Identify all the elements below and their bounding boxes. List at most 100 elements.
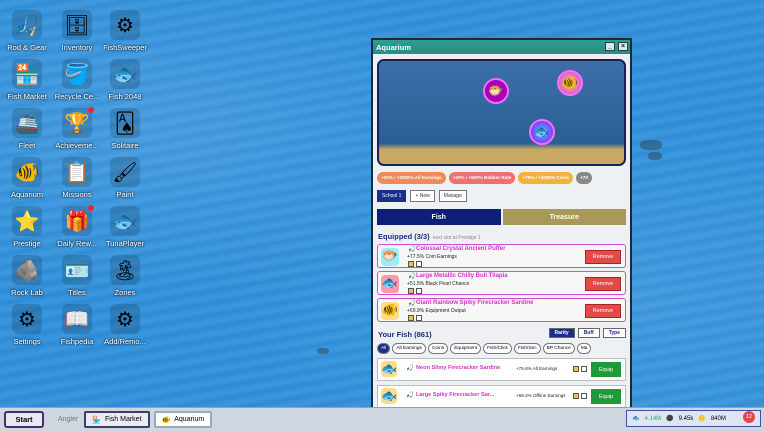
window-titlebar[interactable]: Aquarium _ × — [373, 40, 630, 54]
close-button[interactable]: × — [618, 42, 628, 51]
minus-icon[interactable] — [416, 288, 422, 294]
sort-button[interactable]: Buff — [577, 328, 600, 338]
tank-fish-sardine[interactable]: 🐠 — [557, 70, 583, 96]
fish-list-item[interactable]: 🐟 🎣 Large Spiky Firecracker Sar... +69.4% O… — [377, 385, 626, 408]
lock-icon[interactable] — [408, 288, 414, 294]
desktop-icon[interactable]: 🐟 Fish 2048 — [102, 59, 148, 102]
school-row: School 1 + New Manage — [377, 190, 626, 202]
buff-chip: +20% / +2000% All Earnings — [377, 172, 446, 184]
equipped-fish-card[interactable]: 🐟 🎣 Large Metallic Chilly Bull Tilapia +51.… — [377, 271, 626, 295]
rod-icon: 🎣 — [408, 247, 416, 253]
school-1-button[interactable]: School 1 — [377, 190, 407, 202]
desktop-icon-label: Add/Remo... — [104, 337, 146, 346]
remove-button[interactable]: Remove — [585, 277, 621, 291]
remove-button[interactable]: Remove — [585, 250, 621, 264]
task-fish-market[interactable]: 🏪 Fish Market — [84, 411, 150, 428]
equipped-fish-card[interactable]: 🐡 🎣 Colossal Crystal Ancient Puffer +77.5% … — [377, 244, 626, 268]
desktop-icon[interactable]: 🐠 Aquarium — [4, 157, 50, 200]
filter-chip[interactable]: Equipment — [450, 343, 482, 354]
tank-fish-puffer[interactable]: 🐡 — [483, 78, 509, 104]
app-icon: 🪨 — [12, 255, 42, 285]
lock-icon[interactable] — [408, 315, 414, 321]
desktop-icon[interactable]: 🪨 Rock Lab — [4, 255, 50, 298]
tab-fish[interactable]: Fish — [377, 209, 501, 225]
start-button[interactable]: Start — [4, 411, 44, 428]
fish-icon: 🐟 — [381, 388, 398, 404]
fish-market-icon: 🏪 — [92, 416, 101, 424]
desktop-icon[interactable]: ⚙ Add/Remo... — [102, 304, 148, 347]
taskbar: Start Angler 🏪 Fish Market 🐠 Aquarium 🐟 … — [0, 407, 764, 431]
desktop-icon-label: TunaPlayer — [105, 239, 145, 248]
fish-count: 4.14M — [644, 415, 662, 422]
desktop-icon-label: Zones — [114, 288, 136, 297]
desktop-icon[interactable]: ⭐ Prestige — [4, 206, 50, 249]
tank-fish-tilapia[interactable]: 🐟 — [529, 119, 555, 145]
minus-icon[interactable] — [416, 261, 422, 267]
buff-chip: +79% / +2000% Coins — [518, 172, 574, 184]
sort-button[interactable]: Type — [602, 328, 626, 338]
remove-button[interactable]: Remove — [585, 304, 621, 318]
rod-icon: 🎣 — [406, 393, 414, 399]
new-school-button[interactable]: + New — [410, 190, 435, 202]
lock-icon[interactable] — [573, 366, 579, 372]
minus-icon[interactable] — [416, 315, 422, 321]
desktop-icon[interactable]: 🖌 Paint — [102, 157, 148, 200]
equip-button[interactable]: Equip — [591, 389, 621, 404]
system-tray: 🐟 4.14M ⚫ 9.45k 🪙 840M 12 — [626, 410, 761, 427]
desktop-icon[interactable]: 🚢 Fleet — [4, 108, 50, 151]
fish-icon: 🐟 — [381, 275, 399, 293]
sea-rock — [317, 348, 329, 354]
minimize-button[interactable]: _ — [605, 42, 615, 51]
desktop-icon[interactable]: 🎣 Rod & Gear — [4, 10, 50, 53]
lock-icon[interactable] — [573, 393, 579, 399]
filter-chip[interactable]: Coins — [427, 343, 449, 354]
minus-icon[interactable] — [581, 366, 587, 372]
equipped-fish-card[interactable]: 🐠 🎣 Giant Rainbow Spiky Firecracker Sardin… — [377, 298, 626, 322]
sea-rock — [648, 152, 662, 160]
desktop-icon-label: Fish 2048 — [108, 92, 142, 101]
lock-icon[interactable] — [408, 261, 414, 267]
desktop-icon[interactable]: ⚙ FishSweeper — [102, 10, 148, 53]
pearl-count: 9.45k — [678, 415, 694, 422]
task-aquarium[interactable]: 🐠 Aquarium — [153, 411, 213, 428]
equip-button[interactable]: Equip — [591, 362, 621, 377]
sort-button[interactable]: Rarity — [548, 328, 575, 338]
minus-icon[interactable] — [581, 393, 587, 399]
filter-chip[interactable]: All — [377, 343, 391, 354]
equipped-note: next slot at Prestige 1 — [432, 235, 481, 241]
fish-stat: +75.6% All Earnings — [516, 366, 558, 371]
fish-list: 🐟 🎣 Neon Slimy Firecracker Sardine +75.6% A… — [373, 358, 630, 408]
filter-row: All All Earnings Coins Equipment Fish/Click F… — [377, 343, 626, 354]
filter-chip[interactable]: All Earnings — [392, 343, 426, 354]
manage-button[interactable]: Manage — [438, 190, 467, 202]
fish-name: Colossal Crystal Ancient Puffer — [416, 246, 506, 252]
desktop-icon[interactable]: 🏪 Fish Market — [4, 59, 50, 102]
notification-badge[interactable]: 12 — [743, 411, 755, 423]
equipped-heading: Equipped (3/3) next slot at Prestige 1 — [378, 232, 626, 241]
app-icon: 🐟 — [110, 206, 140, 236]
desktop-icon[interactable]: ⚙ Settings — [4, 304, 50, 347]
filter-chip[interactable]: Fish/Click — [483, 343, 512, 354]
desktop-icon[interactable]: 🐟 TunaPlayer — [102, 206, 148, 249]
pearl-icon: ⚫ — [666, 416, 674, 422]
fish-name: Neon Slimy Firecracker Sardine — [416, 365, 501, 371]
taskbar-label: Angler — [58, 416, 79, 423]
filter-chip[interactable]: Ma — [576, 343, 592, 354]
your-fish-title: Your Fish (861) — [378, 330, 432, 339]
fish-stat: +77.5% Coin Earnings — [407, 254, 457, 260]
your-fish-heading: Your Fish (861) Rarity Buff Type — [378, 328, 626, 339]
desktop-icon[interactable]: 🂡 Solitaire — [102, 108, 148, 151]
buff-chip-row: +20% / +2000% All Earnings +20% / +500% B… — [377, 172, 626, 184]
filter-chip[interactable]: BP Chance — [542, 343, 575, 354]
app-icon: 🚢 — [12, 108, 42, 138]
app-icon: 🗄 — [62, 10, 92, 40]
fish-list-item[interactable]: 🐟 🎣 Neon Slimy Firecracker Sardine +75.6% A… — [377, 358, 626, 381]
rod-icon: 🎣 — [408, 301, 416, 307]
tab-treasure[interactable]: Treasure — [502, 209, 626, 225]
filter-chip[interactable]: Fish/Sec — [513, 343, 541, 354]
fish-icon: 🐠 — [381, 302, 399, 320]
app-icon: 📋 — [62, 157, 92, 187]
app-icon: 🏪 — [12, 59, 42, 89]
fish-count-icon: 🐟 — [632, 416, 640, 422]
desktop-icon[interactable]: 🏝 Zones — [102, 255, 148, 298]
